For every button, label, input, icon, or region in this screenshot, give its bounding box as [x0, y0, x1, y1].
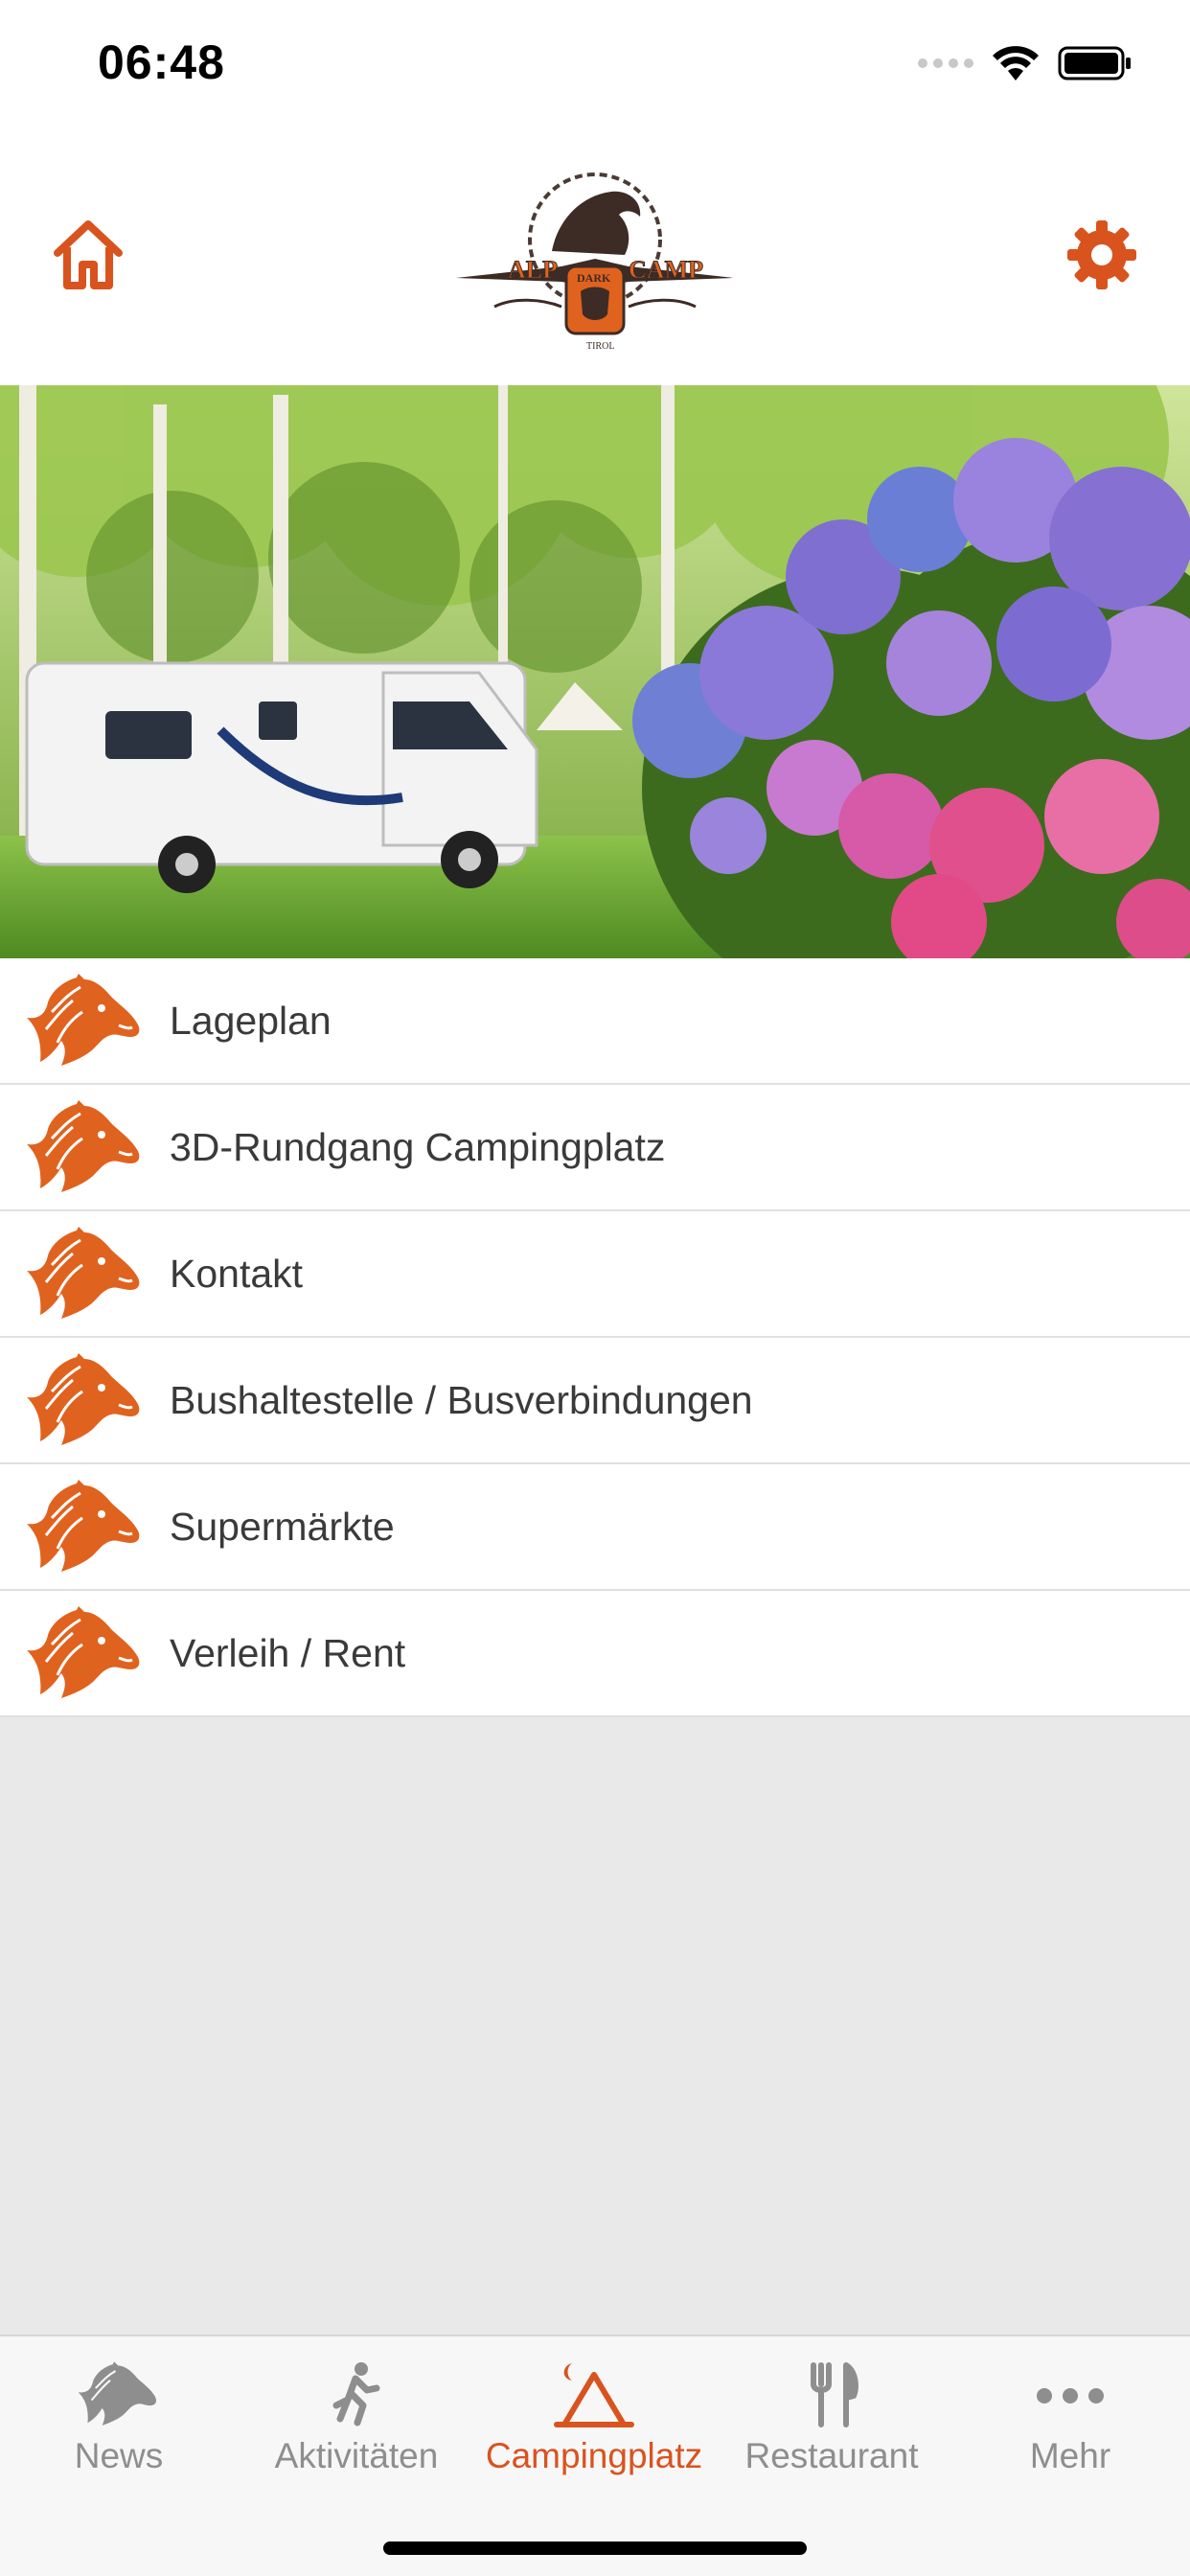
logo-text-bottom: TIROL [586, 341, 614, 352]
tab-label: Mehr [1029, 2436, 1111, 2475]
menu-item-verleih[interactable]: Verleih / Rent [0, 1591, 1190, 1717]
horse-icon [23, 1100, 148, 1196]
horse-icon [23, 1353, 148, 1449]
menu-item-label: 3D-Rundgang Campingplatz [170, 1124, 666, 1169]
tab-label: Restaurant [744, 2436, 919, 2475]
menu-item-3d-rundgang[interactable]: 3D-Rundgang Campingplatz [0, 1085, 1190, 1211]
menu-item-label: Lageplan [170, 998, 332, 1043]
tab-label: Aktivitäten [274, 2436, 439, 2475]
tab-mehr[interactable]: Mehr [950, 2336, 1190, 2499]
horse-icon [23, 974, 148, 1070]
fork-knife-icon [811, 2362, 858, 2427]
menu-item-label: Verleih / Rent [170, 1630, 406, 1675]
menu-item-label: Supermärkte [170, 1504, 395, 1549]
campingplatz-menu-list: Lageplan 3D-Rundgang Campingplatz Kontak… [0, 958, 1190, 1717]
gear-icon [1067, 220, 1136, 289]
menu-item-label: Bushaltestelle / Busverbindungen [170, 1377, 753, 1422]
tab-label: News [74, 2436, 164, 2475]
status-icons [918, 42, 1133, 84]
menu-item-supermaerkte[interactable]: Supermärkte [0, 1464, 1190, 1591]
more-icon [1037, 2388, 1104, 2404]
cellular-signal-icon [918, 58, 973, 68]
alp-camp-logo: ALP CAMP DARK TIROL [437, 163, 753, 355]
tab-aktivitaeten[interactable]: Aktivitäten [238, 2336, 475, 2499]
tab-label: Campingplatz [485, 2436, 703, 2475]
horse-icon [23, 1480, 148, 1576]
logo-text-left: ALP [508, 256, 558, 284]
wifi-icon [993, 46, 1039, 80]
tab-bar: News Aktivitäten Campingplatz Restaurant… [0, 2334, 1190, 2576]
battery-icon [1058, 46, 1131, 80]
menu-item-lageplan[interactable]: Lageplan [0, 958, 1190, 1085]
hero-image-campsite [0, 385, 1190, 958]
home-icon [54, 220, 123, 289]
tent-icon [554, 2363, 634, 2427]
horse-icon [23, 1227, 148, 1322]
running-icon [332, 2362, 380, 2426]
logo-text-right: CAMP [629, 256, 703, 284]
menu-item-kontakt[interactable]: Kontakt [0, 1211, 1190, 1338]
tab-campingplatz[interactable]: Campingplatz [475, 2336, 713, 2499]
menu-item-bushaltestelle[interactable]: Bushaltestelle / Busverbindungen [0, 1338, 1190, 1464]
status-time: 06:48 [98, 35, 225, 89]
app-header: ALP CAMP DARK TIROL [0, 134, 1190, 385]
logo-text-center: DARK [577, 271, 611, 285]
horse-icon [78, 2361, 157, 2426]
home-button[interactable] [50, 217, 126, 293]
tab-news[interactable]: News [0, 2336, 238, 2499]
menu-item-label: Kontakt [170, 1251, 304, 1296]
tab-restaurant[interactable]: Restaurant [713, 2336, 950, 2499]
home-indicator[interactable] [383, 2542, 807, 2555]
status-bar: 06:48 [0, 0, 1190, 134]
settings-button[interactable] [1064, 217, 1140, 293]
horse-icon [23, 1606, 148, 1702]
